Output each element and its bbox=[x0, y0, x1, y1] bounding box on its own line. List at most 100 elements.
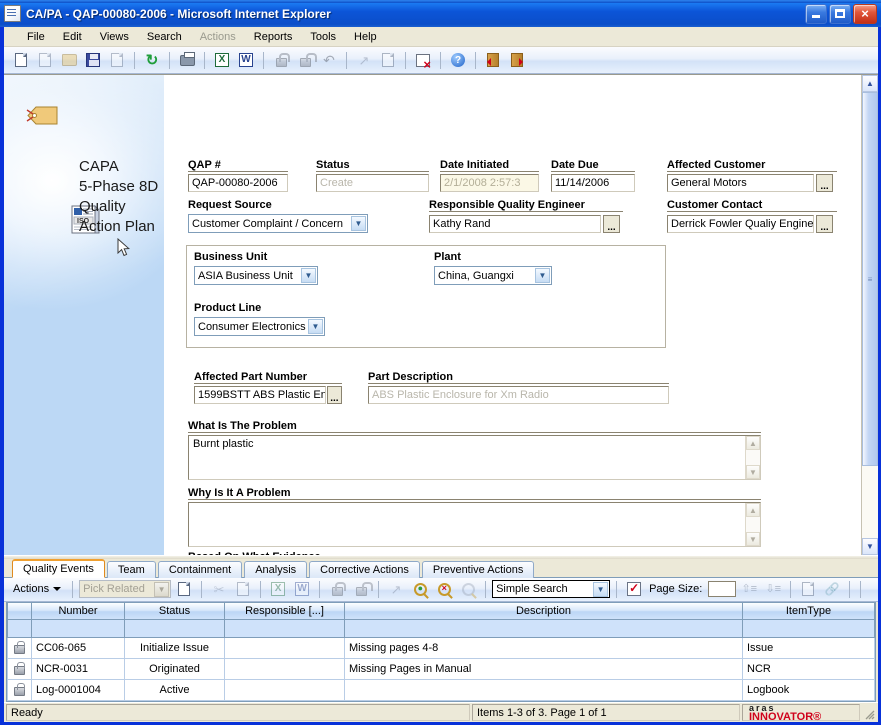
cell-itemtype[interactable]: Logbook bbox=[742, 679, 875, 701]
grid-header-responsible[interactable]: Responsible [...] bbox=[224, 602, 345, 620]
cell-number[interactable]: CC06-065 bbox=[31, 637, 125, 659]
filter-cell-responsible[interactable] bbox=[224, 619, 345, 638]
plant-select[interactable]: China, Guangxi ▼ bbox=[434, 266, 552, 285]
form-vertical-scrollbar[interactable]: ▲ ≡ ▼ bbox=[861, 75, 878, 555]
plant-field: Plant China, Guangxi ▼ bbox=[434, 251, 552, 285]
tab-team[interactable]: Team bbox=[106, 560, 156, 578]
responsible-quality-engineer-input[interactable]: Kathy Rand bbox=[429, 215, 601, 233]
cell-responsible[interactable] bbox=[224, 637, 345, 659]
close-document-icon[interactable] bbox=[412, 49, 434, 71]
textarea-scrollbar[interactable]: ▲ ▼ bbox=[745, 436, 760, 479]
page-title-line-1: CAPA bbox=[79, 158, 119, 175]
scroll-up-icon[interactable]: ▲ bbox=[746, 436, 760, 450]
chevron-down-icon: ▼ bbox=[351, 216, 366, 231]
grid-header-status[interactable]: Status bbox=[124, 602, 225, 620]
cell-description[interactable]: Missing pages 4-8 bbox=[344, 637, 743, 659]
affected-part-number-input[interactable]: 1599BSTT ABS Plastic Enclosu bbox=[194, 386, 326, 404]
maximize-button[interactable] bbox=[829, 3, 851, 24]
cell-status[interactable]: Active bbox=[124, 679, 225, 701]
menu-reports[interactable]: Reports bbox=[245, 29, 302, 45]
menu-search[interactable]: Search bbox=[138, 29, 191, 45]
open-folder-icon bbox=[58, 49, 80, 71]
logout-icon[interactable] bbox=[506, 49, 528, 71]
actions-menu-button[interactable]: Actions bbox=[8, 581, 66, 597]
customer-contact-input[interactable]: Derrick Fowler Qualiy Enginee bbox=[667, 215, 814, 233]
business-unit-select[interactable]: ASIA Business Unit ▼ bbox=[194, 266, 318, 285]
tab-analysis[interactable]: Analysis bbox=[244, 560, 308, 578]
product-line-select[interactable]: Consumer Electronics ▼ bbox=[194, 317, 325, 336]
tab-corrective-actions[interactable]: Corrective Actions bbox=[309, 560, 420, 578]
menu-views[interactable]: Views bbox=[91, 29, 138, 45]
login-icon[interactable] bbox=[482, 49, 504, 71]
search-mode-select[interactable]: Simple Search ▼ bbox=[492, 580, 611, 598]
new-relationship-icon[interactable] bbox=[173, 578, 195, 600]
export-word-icon[interactable]: W bbox=[235, 49, 257, 71]
cell-status[interactable]: Originated bbox=[124, 658, 225, 680]
grid-filter-row[interactable] bbox=[7, 619, 875, 638]
tab-preventive-actions[interactable]: Preventive Actions bbox=[421, 560, 535, 578]
scrollbar-track[interactable]: ≡ bbox=[862, 92, 878, 538]
cell-responsible[interactable] bbox=[224, 679, 345, 701]
new-icon[interactable] bbox=[10, 49, 32, 71]
request-source-select[interactable]: Customer Complaint / Concern ▼ bbox=[188, 214, 368, 233]
search-cancel-icon bbox=[457, 578, 479, 600]
tab-containment[interactable]: Containment bbox=[157, 560, 243, 578]
scroll-down-icon[interactable]: ▼ bbox=[746, 465, 760, 479]
qap-number-input[interactable]: QAP-00080-2006 bbox=[188, 174, 288, 192]
resize-grip[interactable] bbox=[862, 704, 876, 721]
filter-cell-description[interactable] bbox=[344, 619, 743, 638]
grid-header-description[interactable]: Description bbox=[344, 602, 743, 620]
textarea-scrollbar[interactable]: ▲ ▼ bbox=[745, 503, 760, 546]
search-start-icon[interactable]: ● bbox=[409, 578, 431, 600]
cell-status[interactable]: Initialize Issue bbox=[124, 637, 225, 659]
search-criteria-icon[interactable] bbox=[623, 578, 645, 600]
scroll-up-button[interactable]: ▲ bbox=[862, 75, 878, 92]
cell-itemtype[interactable]: NCR bbox=[742, 658, 875, 680]
scroll-down-button[interactable]: ▼ bbox=[862, 537, 878, 555]
relationship-grid[interactable]: Number Status Responsible [...] Descript… bbox=[6, 601, 876, 702]
why-is-it-a-problem-textarea[interactable]: ▲ ▼ bbox=[188, 502, 761, 547]
filter-cell-number[interactable] bbox=[31, 619, 125, 638]
filter-cell-status[interactable] bbox=[124, 619, 225, 638]
menu-file[interactable]: File bbox=[18, 29, 54, 45]
toolbar-separator bbox=[134, 51, 135, 69]
cell-number[interactable]: NCR-0031 bbox=[31, 658, 125, 680]
close-button[interactable]: × bbox=[853, 3, 877, 24]
help-icon[interactable]: ? bbox=[447, 49, 469, 71]
request-source-field: Request Source Customer Complaint / Conc… bbox=[188, 199, 368, 233]
cell-itemtype[interactable]: Issue bbox=[742, 637, 875, 659]
export-excel-icon[interactable]: X bbox=[211, 49, 233, 71]
scroll-down-icon[interactable]: ▼ bbox=[746, 532, 760, 546]
scrollbar-thumb[interactable]: ≡ bbox=[862, 92, 878, 467]
menu-help[interactable]: Help bbox=[345, 29, 386, 45]
affected-customer-picker-button[interactable]: ... bbox=[816, 174, 833, 192]
affected-part-number-picker-button[interactable]: ... bbox=[326, 386, 342, 404]
affected-customer-input[interactable]: General Motors bbox=[667, 174, 814, 192]
grid-header-itemtype[interactable]: ItemType bbox=[742, 602, 875, 620]
cell-description[interactable]: Missing Pages in Manual bbox=[344, 658, 743, 680]
grid-header-number[interactable]: Number bbox=[31, 602, 125, 620]
print-icon[interactable] bbox=[176, 49, 198, 71]
menu-edit[interactable]: Edit bbox=[54, 29, 91, 45]
lock-icon bbox=[326, 578, 348, 600]
tab-quality-events[interactable]: Quality Events bbox=[12, 558, 105, 578]
menu-tools[interactable]: Tools bbox=[301, 29, 345, 45]
date-due-input[interactable]: 11/14/2006 bbox=[551, 174, 635, 192]
table-row[interactable]: NCR-0031 Originated Missing Pages in Man… bbox=[7, 658, 875, 680]
what-is-the-problem-textarea[interactable]: Burnt plastic ▲ ▼ bbox=[188, 435, 761, 480]
minimize-button[interactable] bbox=[805, 3, 827, 24]
save-icon[interactable] bbox=[82, 49, 104, 71]
cell-number[interactable]: Log-0001004 bbox=[31, 679, 125, 701]
table-row[interactable]: CC06-065 Initialize Issue Missing pages … bbox=[7, 637, 875, 659]
scroll-up-icon[interactable]: ▲ bbox=[746, 503, 760, 517]
qap-number-field: QAP # QAP-00080-2006 bbox=[188, 159, 288, 192]
refresh-icon[interactable]: ↻ bbox=[141, 49, 163, 71]
search-clear-icon[interactable]: × bbox=[433, 578, 455, 600]
page-size-input[interactable] bbox=[708, 581, 737, 597]
table-row[interactable]: Log-0001004 Active Logbook bbox=[7, 679, 875, 701]
cell-description[interactable] bbox=[344, 679, 743, 701]
cell-responsible[interactable] bbox=[224, 658, 345, 680]
customer-contact-picker-button[interactable]: ... bbox=[816, 215, 833, 233]
filter-cell-itemtype[interactable] bbox=[742, 619, 875, 638]
responsible-quality-engineer-picker-button[interactable]: ... bbox=[603, 215, 620, 233]
